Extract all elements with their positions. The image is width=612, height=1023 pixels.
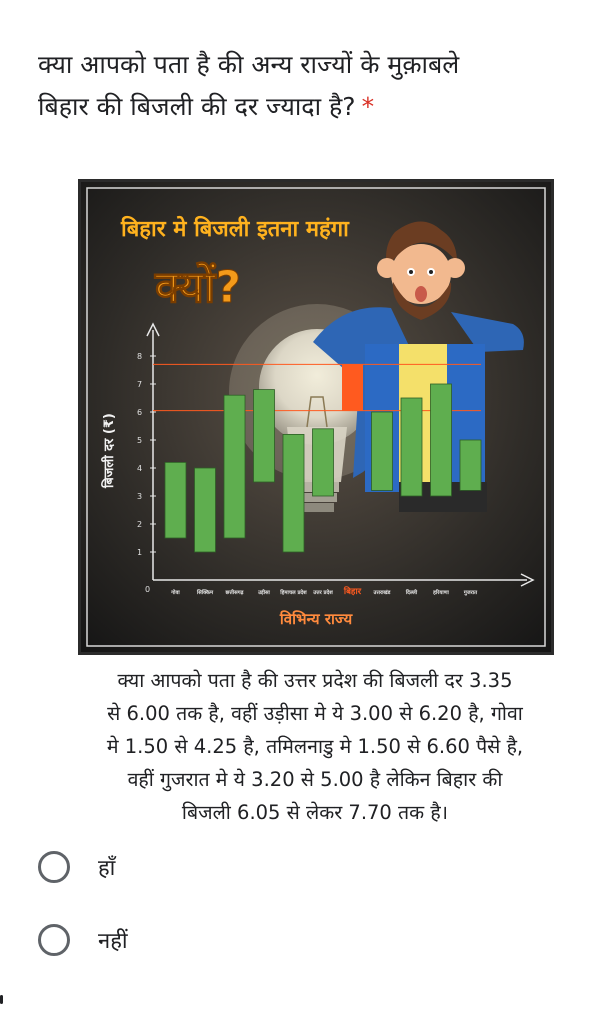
caption-line: वहीं गुजरात मे ये 3.20 से 5.00 है लेकिन … (127, 768, 503, 791)
x-tick-label: बिहार (343, 586, 362, 597)
caption-line: बिजली 6.05 से लेकर 7.70 तक है। (181, 801, 449, 824)
question-title: क्या आपको पता है की अन्य राज्यों के मुक़… (38, 44, 578, 128)
bar (459, 439, 482, 491)
x-tick-label: उत्तराखंड (373, 589, 391, 596)
y-tick-label: 3 (137, 492, 142, 501)
axis-origin-label: 0 (145, 585, 150, 594)
x-tick-label: हिमाचल प्रदेश (279, 589, 307, 596)
poster-headline: बिहार मे बिजली इतना महंगा (120, 215, 350, 242)
x-tick-label: छत्तीसगढ़ (225, 589, 245, 596)
question-line-2: बिहार की बिजली की दर ज्यादा है? (38, 92, 356, 121)
x-tick-label: उड़ीसा (257, 589, 270, 596)
y-tick-label: 5 (137, 436, 142, 445)
bar (400, 397, 423, 497)
y-tick-label: 8 (137, 352, 142, 361)
question-line-1: क्या आपको पता है की अन्य राज्यों के मुक़… (38, 50, 460, 79)
x-tick-label: दिल्ली (405, 589, 418, 596)
caption-line: से 6.00 तक है, वहीं उड़ीसा मे ये 3.00 से… (107, 702, 523, 725)
poster-big-text: क्यों? (154, 261, 241, 313)
option-yes-label: हाँ (98, 856, 116, 881)
y-tick-label: 7 (137, 380, 142, 389)
bar (223, 394, 246, 539)
y-axis-label: बिजली दर (₹) (101, 413, 117, 489)
option-yes[interactable]: हाँ (38, 845, 115, 889)
bar (430, 383, 452, 497)
y-tick-label: 4 (137, 464, 142, 473)
option-no-label: नहीं (98, 929, 128, 954)
bar (371, 411, 393, 491)
radio-button-no[interactable] (38, 924, 70, 956)
edge-marker (0, 995, 3, 1004)
bar-highlighted (342, 364, 363, 411)
bar (282, 433, 305, 553)
x-tick-label: हरियाणा (432, 589, 449, 596)
required-asterisk: * (361, 92, 375, 121)
bar (312, 428, 334, 497)
y-tick-label: 2 (137, 520, 142, 529)
caption-line: क्या आपको पता है की उत्तर प्रदेश की बिजल… (117, 669, 513, 692)
x-tick-label: सिक्किम (196, 589, 214, 596)
poster-svg: बिहार मे बिजली इतना महंगा क्यों? 1 2 3 4 5 6 7… (81, 182, 551, 652)
y-tick-label: 1 (137, 548, 142, 557)
bar (253, 389, 275, 483)
caption-line: मे 1.50 से 4.25 है, तमिलनाडु मे 1.50 से … (106, 735, 524, 758)
x-tick-label: गुजरात (463, 590, 478, 596)
x-tick-label: गोवा (170, 589, 180, 596)
bar (164, 461, 187, 539)
option-no[interactable]: नहीं (38, 918, 128, 962)
x-tick-label: उत्तर प्रदेश (312, 589, 333, 596)
y-tick-label: 6 (137, 408, 142, 417)
bar (194, 467, 216, 553)
question-image: बिहार मे बिजली इतना महंगा क्यों? 1 2 3 4 5 6 7… (78, 179, 554, 655)
x-axis-label: विभिन्य राज्य (279, 610, 354, 628)
image-caption: क्या आपको पता है की उत्तर प्रदेश की बिजल… (72, 664, 558, 829)
radio-button-yes[interactable] (38, 851, 70, 883)
